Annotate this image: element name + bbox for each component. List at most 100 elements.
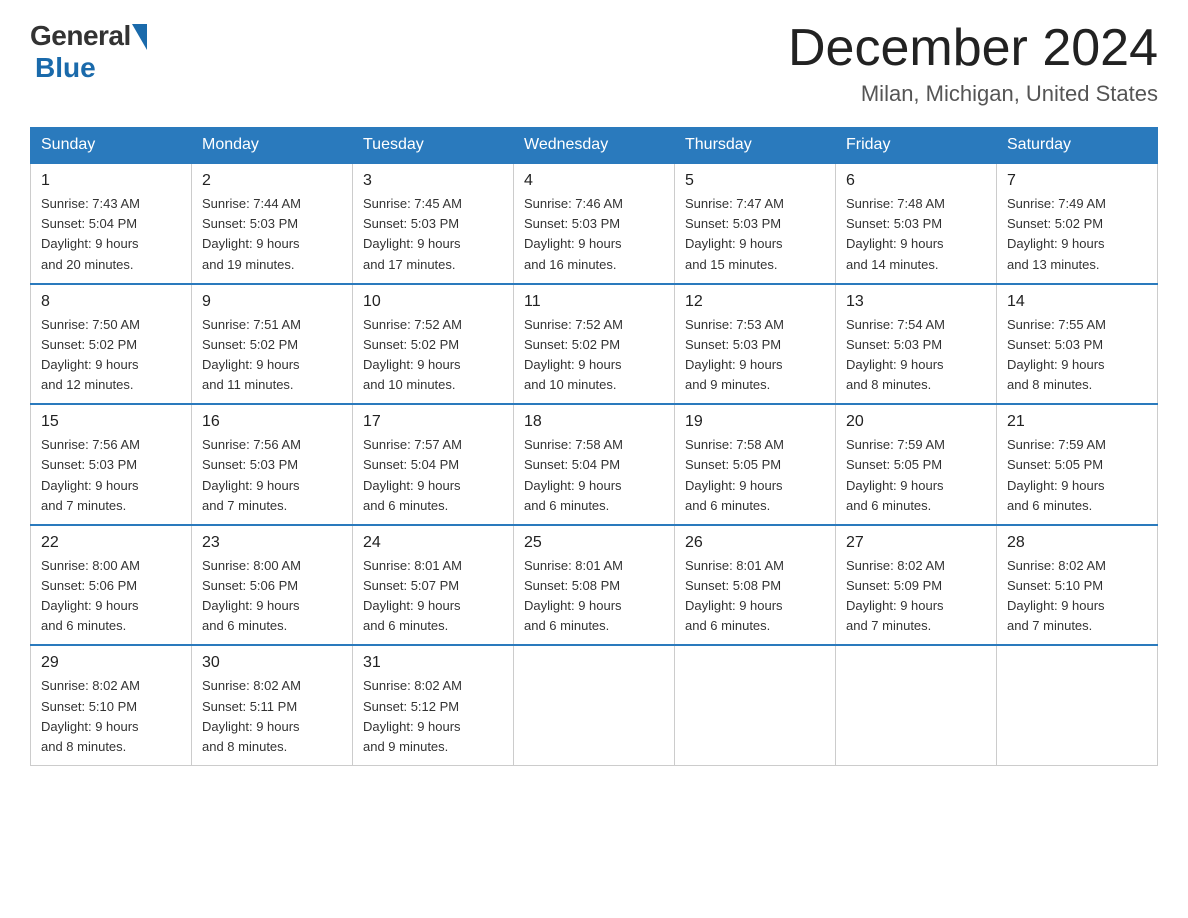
day-info: Sunrise: 7:49 AMSunset: 5:02 PMDaylight:… [1007, 196, 1106, 271]
calendar-cell: 20 Sunrise: 7:59 AMSunset: 5:05 PMDayligh… [836, 404, 997, 525]
day-number: 19 [685, 413, 825, 431]
day-number: 27 [846, 534, 986, 552]
day-info: Sunrise: 7:48 AMSunset: 5:03 PMDaylight:… [846, 196, 945, 271]
day-info: Sunrise: 7:59 AMSunset: 5:05 PMDaylight:… [846, 437, 945, 512]
title-block: December 2024 Milan, Michigan, United St… [788, 20, 1158, 107]
calendar-cell: 18 Sunrise: 7:58 AMSunset: 5:04 PMDayligh… [514, 404, 675, 525]
day-info: Sunrise: 8:02 AMSunset: 5:12 PMDaylight:… [363, 678, 462, 753]
calendar-cell: 19Sunrise: 7:58 AMSunset: 5:05 PMDayligh… [675, 404, 836, 525]
calendar-cell: 3 Sunrise: 7:45 AMSunset: 5:03 PMDaylight… [353, 163, 514, 284]
day-info: Sunrise: 7:43 AMSunset: 5:04 PMDaylight:… [41, 196, 140, 271]
calendar-cell: 1Sunrise: 7:43 AMSunset: 5:04 PMDaylight… [31, 163, 192, 284]
day-info: Sunrise: 7:46 AMSunset: 5:03 PMDaylight:… [524, 196, 623, 271]
day-number: 7 [1007, 172, 1147, 190]
calendar-week-4: 22 Sunrise: 8:00 AMSunset: 5:06 PMDayligh… [31, 525, 1158, 646]
day-number: 2 [202, 172, 342, 190]
weekday-header-sunday: Sunday [31, 128, 192, 164]
weekday-header-saturday: Saturday [997, 128, 1158, 164]
calendar-cell: 28Sunrise: 8:02 AMSunset: 5:10 PMDayligh… [997, 525, 1158, 646]
day-info: Sunrise: 8:02 AMSunset: 5:10 PMDaylight:… [1007, 558, 1106, 633]
logo-blue-text: Blue [35, 52, 96, 84]
calendar-cell: 5 Sunrise: 7:47 AMSunset: 5:03 PMDaylight… [675, 163, 836, 284]
day-info: Sunrise: 8:00 AMSunset: 5:06 PMDaylight:… [202, 558, 301, 633]
calendar-cell: 2 Sunrise: 7:44 AMSunset: 5:03 PMDaylight… [192, 163, 353, 284]
calendar-week-3: 15 Sunrise: 7:56 AMSunset: 5:03 PMDayligh… [31, 404, 1158, 525]
day-info: Sunrise: 7:56 AMSunset: 5:03 PMDaylight:… [41, 437, 140, 512]
calendar-cell: 30Sunrise: 8:02 AMSunset: 5:11 PMDayligh… [192, 645, 353, 765]
calendar-cell: 10 Sunrise: 7:52 AMSunset: 5:02 PMDayligh… [353, 284, 514, 405]
day-info: Sunrise: 7:57 AMSunset: 5:04 PMDaylight:… [363, 437, 462, 512]
calendar-week-5: 29 Sunrise: 8:02 AMSunset: 5:10 PMDayligh… [31, 645, 1158, 765]
day-number: 30 [202, 654, 342, 672]
day-info: Sunrise: 7:52 AMSunset: 5:02 PMDaylight:… [524, 317, 623, 392]
weekday-header-tuesday: Tuesday [353, 128, 514, 164]
day-number: 8 [41, 293, 181, 311]
calendar-cell: 22 Sunrise: 8:00 AMSunset: 5:06 PMDayligh… [31, 525, 192, 646]
day-info: Sunrise: 8:01 AMSunset: 5:08 PMDaylight:… [685, 558, 784, 633]
logo-general-text: General [30, 20, 131, 52]
day-number: 3 [363, 172, 503, 190]
day-info: Sunrise: 7:47 AMSunset: 5:03 PMDaylight:… [685, 196, 784, 271]
calendar-cell: 17Sunrise: 7:57 AMSunset: 5:04 PMDayligh… [353, 404, 514, 525]
day-info: Sunrise: 7:53 AMSunset: 5:03 PMDaylight:… [685, 317, 784, 392]
calendar-cell: 4 Sunrise: 7:46 AMSunset: 5:03 PMDaylight… [514, 163, 675, 284]
day-number: 12 [685, 293, 825, 311]
calendar-title: December 2024 [788, 20, 1158, 77]
logo-triangle-icon [132, 24, 147, 50]
weekday-header-monday: Monday [192, 128, 353, 164]
day-info: Sunrise: 7:56 AMSunset: 5:03 PMDaylight:… [202, 437, 301, 512]
calendar-cell: 15 Sunrise: 7:56 AMSunset: 5:03 PMDayligh… [31, 404, 192, 525]
calendar-cell [997, 645, 1158, 765]
day-number: 29 [41, 654, 181, 672]
day-number: 18 [524, 413, 664, 431]
day-number: 31 [363, 654, 503, 672]
day-info: Sunrise: 7:55 AMSunset: 5:03 PMDaylight:… [1007, 317, 1106, 392]
day-number: 13 [846, 293, 986, 311]
calendar-table: SundayMondayTuesdayWednesdayThursdayFrid… [30, 127, 1158, 766]
logo: General Blue [30, 20, 147, 84]
day-number: 24 [363, 534, 503, 552]
calendar-cell: 29 Sunrise: 8:02 AMSunset: 5:10 PMDayligh… [31, 645, 192, 765]
day-number: 23 [202, 534, 342, 552]
day-number: 10 [363, 293, 503, 311]
day-number: 26 [685, 534, 825, 552]
calendar-cell [675, 645, 836, 765]
weekday-header-thursday: Thursday [675, 128, 836, 164]
day-info: Sunrise: 8:01 AMSunset: 5:07 PMDaylight:… [363, 558, 462, 633]
day-number: 25 [524, 534, 664, 552]
day-number: 6 [846, 172, 986, 190]
day-info: Sunrise: 7:45 AMSunset: 5:03 PMDaylight:… [363, 196, 462, 271]
day-number: 16 [202, 413, 342, 431]
calendar-cell: 23 Sunrise: 8:00 AMSunset: 5:06 PMDayligh… [192, 525, 353, 646]
day-info: Sunrise: 8:00 AMSunset: 5:06 PMDaylight:… [41, 558, 140, 633]
calendar-cell: 11Sunrise: 7:52 AMSunset: 5:02 PMDayligh… [514, 284, 675, 405]
day-info: Sunrise: 8:01 AMSunset: 5:08 PMDaylight:… [524, 558, 623, 633]
calendar-cell: 12 Sunrise: 7:53 AMSunset: 5:03 PMDayligh… [675, 284, 836, 405]
day-info: Sunrise: 7:50 AMSunset: 5:02 PMDaylight:… [41, 317, 140, 392]
day-number: 22 [41, 534, 181, 552]
day-number: 15 [41, 413, 181, 431]
day-number: 14 [1007, 293, 1147, 311]
day-info: Sunrise: 7:52 AMSunset: 5:02 PMDaylight:… [363, 317, 462, 392]
day-number: 4 [524, 172, 664, 190]
calendar-cell [514, 645, 675, 765]
calendar-cell: 13 Sunrise: 7:54 AMSunset: 5:03 PMDayligh… [836, 284, 997, 405]
day-number: 20 [846, 413, 986, 431]
day-info: Sunrise: 8:02 AMSunset: 5:10 PMDaylight:… [41, 678, 140, 753]
day-info: Sunrise: 7:54 AMSunset: 5:03 PMDaylight:… [846, 317, 945, 392]
calendar-cell: 6 Sunrise: 7:48 AMSunset: 5:03 PMDaylight… [836, 163, 997, 284]
calendar-cell: 27Sunrise: 8:02 AMSunset: 5:09 PMDayligh… [836, 525, 997, 646]
calendar-cell: 8 Sunrise: 7:50 AMSunset: 5:02 PMDaylight… [31, 284, 192, 405]
day-number: 21 [1007, 413, 1147, 431]
calendar-week-2: 8 Sunrise: 7:50 AMSunset: 5:02 PMDaylight… [31, 284, 1158, 405]
weekday-header-wednesday: Wednesday [514, 128, 675, 164]
calendar-week-1: 1Sunrise: 7:43 AMSunset: 5:04 PMDaylight… [31, 163, 1158, 284]
calendar-cell: 7 Sunrise: 7:49 AMSunset: 5:02 PMDaylight… [997, 163, 1158, 284]
calendar-cell: 14 Sunrise: 7:55 AMSunset: 5:03 PMDayligh… [997, 284, 1158, 405]
day-info: Sunrise: 7:44 AMSunset: 5:03 PMDaylight:… [202, 196, 301, 271]
calendar-cell: 21Sunrise: 7:59 AMSunset: 5:05 PMDayligh… [997, 404, 1158, 525]
calendar-cell: 26 Sunrise: 8:01 AMSunset: 5:08 PMDayligh… [675, 525, 836, 646]
calendar-cell: 9Sunrise: 7:51 AMSunset: 5:02 PMDaylight… [192, 284, 353, 405]
day-number: 5 [685, 172, 825, 190]
day-info: Sunrise: 7:58 AMSunset: 5:04 PMDaylight:… [524, 437, 623, 512]
